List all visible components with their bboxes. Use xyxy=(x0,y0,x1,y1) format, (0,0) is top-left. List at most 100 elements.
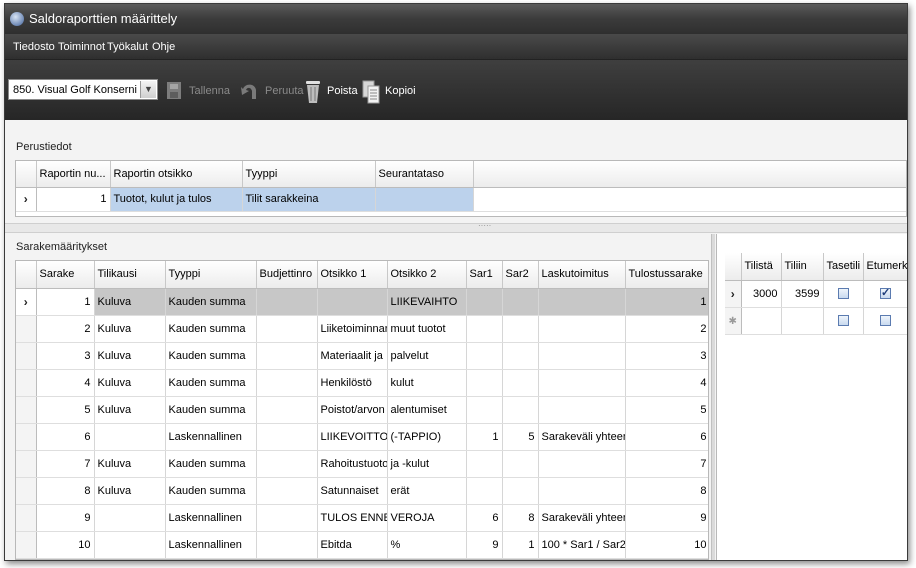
cell-otsikko1[interactable]: TULOS ENNEN xyxy=(317,504,388,532)
cell-laskutoimitus[interactable]: 100 * Sar1 / Sar2 xyxy=(538,531,626,559)
row-header[interactable] xyxy=(16,450,37,478)
cell-budjettinro[interactable] xyxy=(256,531,318,559)
cell-otsikko1[interactable]: LIIKEVOITTO xyxy=(317,423,388,451)
cell-tyyppi[interactable]: Laskennallinen xyxy=(165,423,257,451)
cell-budjettinro[interactable] xyxy=(256,315,318,343)
column-header[interactable]: Tilistä xyxy=(741,253,782,281)
cell-sarake[interactable]: 1 xyxy=(36,288,95,316)
cell-sar1[interactable] xyxy=(466,342,503,370)
cell-tilikausi[interactable]: Kuluva xyxy=(94,450,166,478)
column-header[interactable]: Otsikko 2 xyxy=(387,261,467,289)
cell-tilikausi[interactable]: Kuluva xyxy=(94,477,166,505)
cell-otsikko1[interactable]: Henkilöstö xyxy=(317,369,388,397)
cell-otsikko1[interactable]: Rahoitustuotot xyxy=(317,450,388,478)
row-header[interactable] xyxy=(16,504,37,532)
cell-sar1[interactable] xyxy=(466,450,503,478)
cell-sarake[interactable]: 5 xyxy=(36,396,95,424)
cell-otsikko2[interactable]: LIIKEVAIHTO xyxy=(387,288,467,316)
cell-otsikko2[interactable]: palvelut xyxy=(387,342,467,370)
cell-otsikko1[interactable]: Materiaalit ja xyxy=(317,342,388,370)
column-header[interactable]: Sar1 xyxy=(466,261,503,289)
cell-tyyppi[interactable]: Kauden summa xyxy=(165,396,257,424)
column-header[interactable]: Tasetili xyxy=(823,253,864,281)
undo-button[interactable]: Peruuta xyxy=(239,79,304,103)
cell-laskutoimitus[interactable]: Sarakeväli yhteensä xyxy=(538,504,626,532)
cell-sar1[interactable]: 1 xyxy=(466,423,503,451)
row-header[interactable] xyxy=(16,369,37,397)
cell-tyyppi[interactable]: Kauden summa xyxy=(165,369,257,397)
column-header[interactable]: Tiliin xyxy=(781,253,824,281)
sign-checkbox[interactable] xyxy=(863,280,907,308)
column-header[interactable]: Otsikko 1 xyxy=(317,261,388,289)
cell-sar2[interactable]: 5 xyxy=(502,423,539,451)
cell-otsikko2[interactable]: erät xyxy=(387,477,467,505)
cell-sarake[interactable]: 10 xyxy=(36,531,95,559)
cell-laskutoimitus[interactable] xyxy=(538,450,626,478)
cell-sar1[interactable] xyxy=(466,477,503,505)
table-row[interactable]: 2 Kuluva Kauden summa Liiketoiminnan muu… xyxy=(16,315,708,343)
cell-otsikko1[interactable]: Satunnaiset xyxy=(317,477,388,505)
cell-tulostussarake[interactable]: 2 xyxy=(625,315,708,343)
cell-otsikko2[interactable]: ja -kulut xyxy=(387,450,467,478)
cell-tyyppi[interactable]: Kauden summa xyxy=(165,450,257,478)
cell-sar1[interactable] xyxy=(466,396,503,424)
cell-tyyppi[interactable]: Kauden summa xyxy=(165,315,257,343)
cell-tulostussarake[interactable]: 10 xyxy=(625,531,708,559)
cell-tulostussarake[interactable]: 6 xyxy=(625,423,708,451)
table-row[interactable]: 8 Kuluva Kauden summa Satunnaiset erät 8 xyxy=(16,477,708,505)
cell-from-account[interactable] xyxy=(741,307,782,335)
new-row[interactable]: ✱ xyxy=(725,307,907,335)
cell-to-account[interactable] xyxy=(781,307,824,335)
cell-otsikko2[interactable]: VEROJA xyxy=(387,504,467,532)
table-row[interactable]: 5 Kuluva Kauden summa Poistot/arvon alen… xyxy=(16,396,708,424)
cell-laskutoimitus[interactable] xyxy=(538,396,626,424)
cell-budjettinro[interactable] xyxy=(256,423,318,451)
cell-tulostussarake[interactable]: 7 xyxy=(625,450,708,478)
table-row[interactable]: 7 Kuluva Kauden summa Rahoitustuotot ja … xyxy=(16,450,708,478)
cell-tulostussarake[interactable]: 9 xyxy=(625,504,708,532)
column-header[interactable]: Etumerkin ... xyxy=(863,253,907,281)
column-header[interactable]: Sarake xyxy=(36,261,95,289)
cell-sarake[interactable]: 7 xyxy=(36,450,95,478)
cell-otsikko1[interactable]: Liiketoiminnan xyxy=(317,315,388,343)
save-button[interactable]: Tallenna xyxy=(165,79,235,103)
cell-laskutoimitus[interactable] xyxy=(538,315,626,343)
table-row[interactable]: › 1 Kuluva Kauden summa LIIKEVAIHTO 1 xyxy=(16,288,708,316)
cell-otsikko2[interactable]: (-TAPPIO) xyxy=(387,423,467,451)
cell-tilikausi[interactable]: Kuluva xyxy=(94,342,166,370)
table-row[interactable]: 4 Kuluva Kauden summa Henkilöstö kulut 4 xyxy=(16,369,708,397)
menu-ohje[interactable]: Ohje xyxy=(152,41,175,53)
column-header[interactable]: Tilikausi xyxy=(94,261,166,289)
cell-otsikko2[interactable]: muut tuotot xyxy=(387,315,467,343)
chevron-down-icon[interactable]: ▼ xyxy=(140,81,156,98)
cell-sarake[interactable]: 2 xyxy=(36,315,95,343)
cell-laskutoimitus[interactable] xyxy=(538,369,626,397)
horizontal-splitter[interactable]: ····· xyxy=(5,221,907,233)
column-header[interactable]: Tulostussarake xyxy=(625,261,708,289)
cell-tilikausi[interactable] xyxy=(94,504,166,532)
cell-sarake[interactable]: 3 xyxy=(36,342,95,370)
copy-button[interactable]: Kopioi xyxy=(361,79,421,104)
cell-budjettinro[interactable] xyxy=(256,450,318,478)
cell-budjettinro[interactable] xyxy=(256,477,318,505)
cell-budjettinro[interactable] xyxy=(256,342,318,370)
cell-otsikko1[interactable]: Poistot/arvon xyxy=(317,396,388,424)
cell-sar1[interactable] xyxy=(466,288,503,316)
cell-sar2[interactable]: 8 xyxy=(502,504,539,532)
cell-sar1[interactable]: 6 xyxy=(466,504,503,532)
tracking-level-cell[interactable] xyxy=(375,187,474,212)
cell-laskutoimitus[interactable] xyxy=(538,477,626,505)
row-header[interactable] xyxy=(16,315,37,343)
cell-sarake[interactable]: 9 xyxy=(36,504,95,532)
menu-toiminnot[interactable]: Toiminnot xyxy=(58,41,105,53)
table-row[interactable]: 3 Kuluva Kauden summa Materiaalit ja pal… xyxy=(16,342,708,370)
cell-from-account[interactable]: 3000 xyxy=(741,280,782,308)
cell-budjettinro[interactable] xyxy=(256,288,318,316)
cell-tyyppi[interactable]: Kauden summa xyxy=(165,477,257,505)
table-row[interactable]: › 3000 3599 xyxy=(725,280,907,308)
cell-tulostussarake[interactable]: 3 xyxy=(625,342,708,370)
cell-sar2[interactable] xyxy=(502,396,539,424)
delete-button[interactable]: Poista xyxy=(303,79,359,103)
column-header[interactable]: Laskutoimitus xyxy=(538,261,626,289)
sign-checkbox[interactable] xyxy=(863,307,907,335)
